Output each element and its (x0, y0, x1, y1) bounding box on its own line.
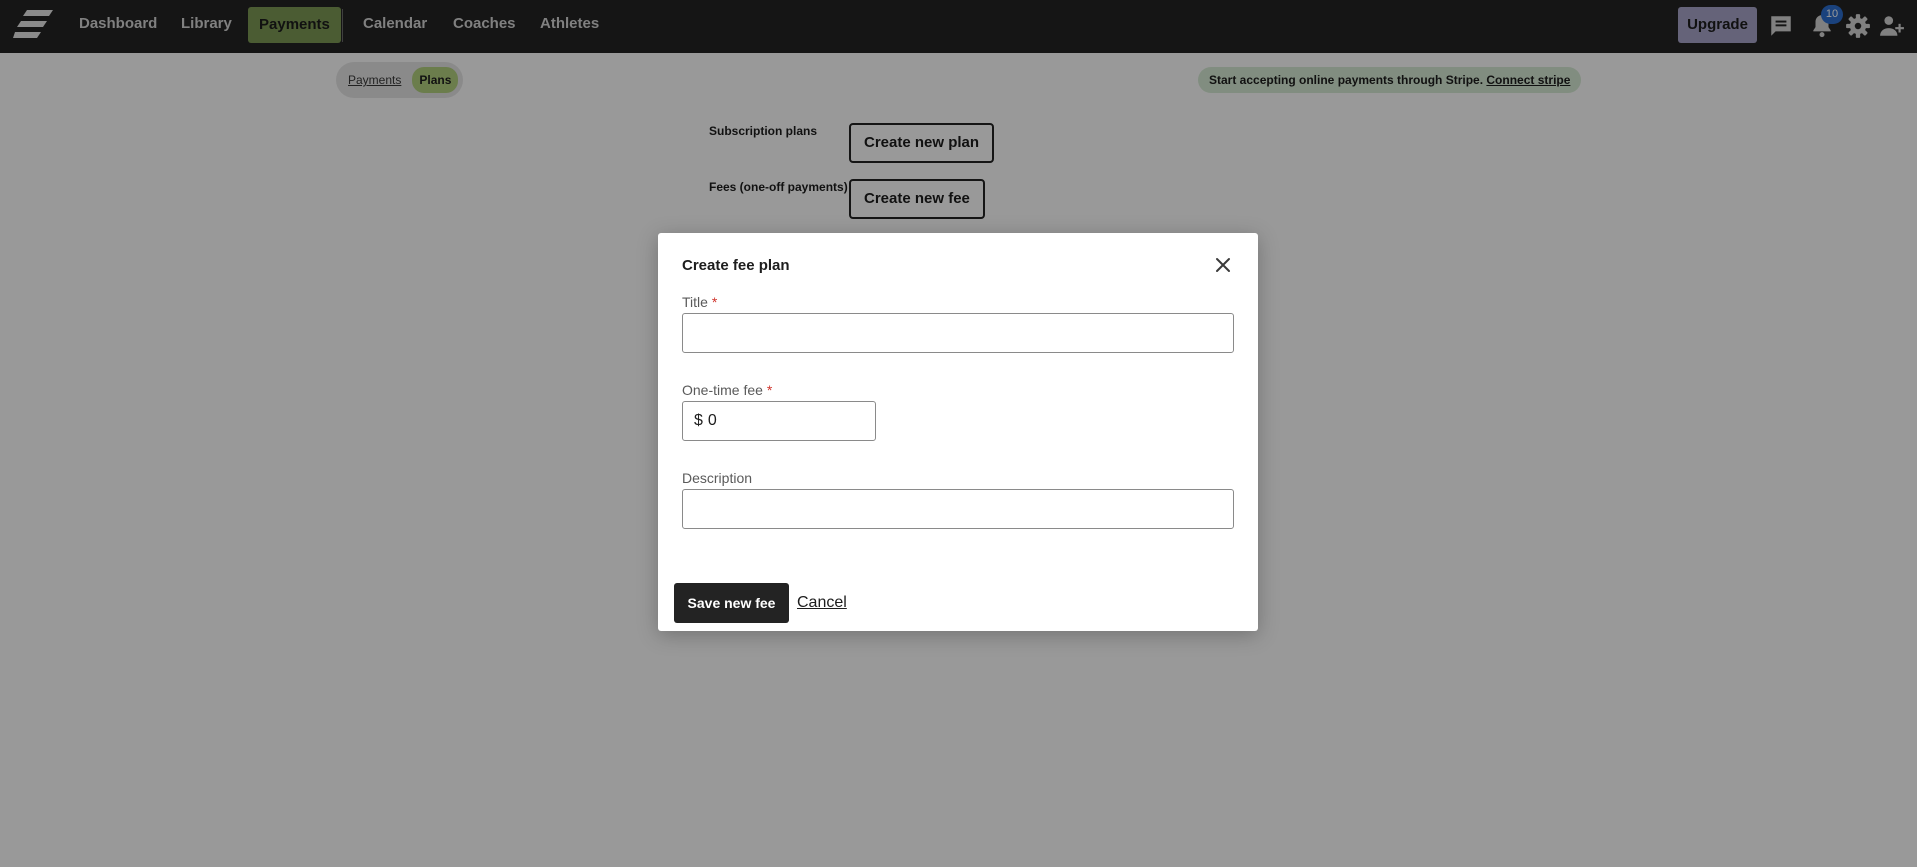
title-label-text: Title (682, 294, 708, 310)
save-new-fee-button[interactable]: Save new fee (674, 583, 789, 623)
title-field-box (682, 313, 1234, 353)
close-icon[interactable] (1211, 253, 1235, 277)
description-field-box (682, 489, 1234, 529)
title-input[interactable] (694, 314, 1222, 352)
required-mark: * (766, 382, 773, 398)
cancel-link[interactable]: Cancel (797, 594, 847, 612)
fee-input[interactable] (707, 402, 864, 440)
dialog-title: Create fee plan (682, 257, 790, 274)
currency-symbol: $ (694, 412, 703, 429)
description-label: Description (682, 470, 753, 486)
title-label: Title * (682, 294, 717, 310)
fee-label-text: One-time fee (682, 382, 763, 398)
description-input[interactable] (694, 490, 1222, 528)
fee-label: One-time fee * (682, 382, 772, 398)
fee-field-box: $ (682, 401, 876, 441)
required-mark: * (711, 294, 718, 310)
create-fee-plan-dialog: Create fee plan Title * One-time fee * $… (658, 233, 1258, 631)
